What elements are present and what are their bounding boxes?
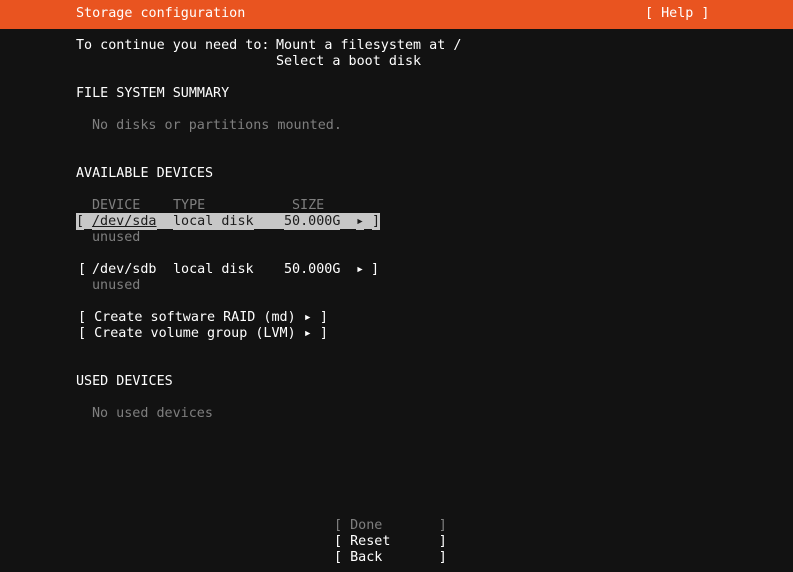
fs-summary-heading: FILE SYSTEM SUMMARY [76,86,230,101]
device-sda-type: local disk [173,214,254,230]
column-device: DEVICE [92,198,141,213]
device-sda-close-bracket: ] [372,214,381,230]
device-sdb-arrow-icon[interactable]: ▸ [356,262,364,278]
create-volume-group-button[interactable]: [ Create volume group (LVM) ▸ ] [78,326,328,342]
device-sdb-status: unused [92,278,141,293]
reset-button[interactable]: [ Reset ] [334,534,447,550]
device-sdb-type: local disk [173,262,254,277]
header-bar: Storage configuration [ Help ] [0,0,793,29]
done-button[interactable]: [ Done ] [334,518,447,534]
page-title: Storage configuration [76,6,246,21]
back-button[interactable]: [ Back ] [334,550,447,566]
requirement-mount-root: Mount a filesystem at / [276,38,462,53]
device-sda-size: 50.000G [284,214,341,230]
fs-summary-empty: No disks or partitions mounted. [92,118,342,133]
used-devices-empty: No used devices [92,406,213,421]
available-devices-heading: AVAILABLE DEVICES [76,166,214,181]
device-sda-arrow-icon[interactable]: ▸ [356,214,365,230]
column-size: SIZE [292,198,325,213]
requirements-prefix: To continue you need to: [76,38,270,53]
requirement-boot-disk: Select a boot disk [276,54,422,69]
help-button[interactable]: [ Help ] [645,6,710,22]
create-software-raid-button[interactable]: [ Create software RAID (md) ▸ ] [78,310,328,326]
device-sda-open-bracket: [ [76,214,85,230]
device-sdb-name[interactable]: /dev/sdb [92,262,157,278]
device-sda-name[interactable]: /dev/sda [92,214,157,230]
device-sdb-open-bracket: [ [78,262,87,277]
device-sda-status: unused [92,230,141,245]
column-type: TYPE [173,198,206,213]
used-devices-heading: USED DEVICES [76,374,173,389]
device-sdb-size: 50.000G [284,262,341,277]
device-sdb-close-bracket: ] [371,262,380,277]
